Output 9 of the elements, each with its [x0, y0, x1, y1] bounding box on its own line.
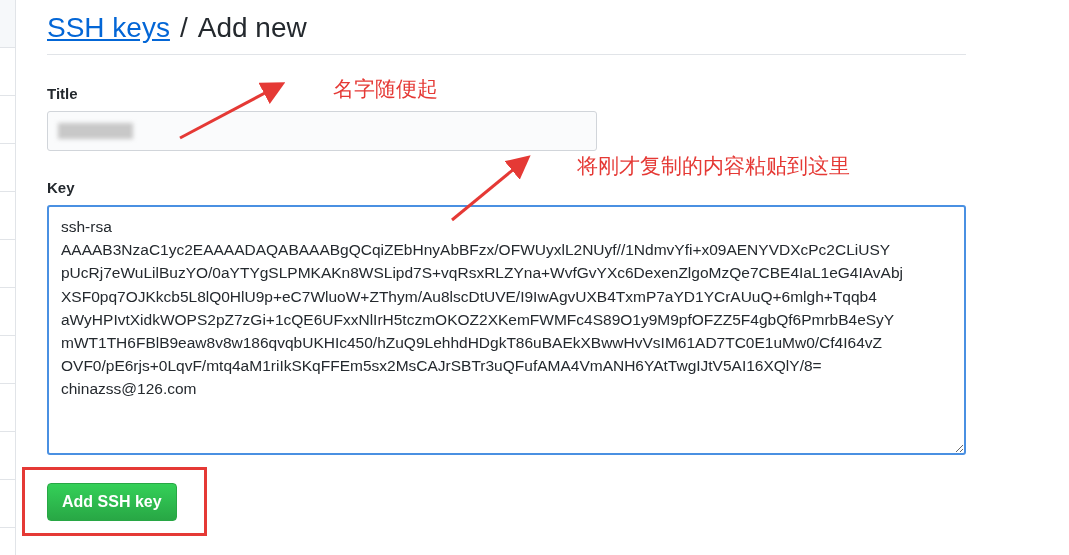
ssh-keys-link[interactable]: SSH keys	[47, 12, 170, 44]
annotation-text: 名字随便起	[333, 76, 438, 103]
key-label: Key	[47, 179, 75, 196]
key-input-field[interactable]: ssh-rsa AAAAB3NzaC1yc2EAAAADAQABAAABgQCqiZEbHnyAbBFzx/OFWUyxlL2NUyf//1NdmvYfi+x09AENYVDXcPc2CLiUSY pUcRj7eWuLilBuzYO/0aYTYgSLPMKAKn8WSLipd7S+vqRsxRLZYna+WvfGvYXc6DexenZlgoMzQe7CBE4IaL1eG4IAvAbj XSF0pq7OJKkcb5L8lQ0HlU9p+eC7WluoW+ZThym/Au8lscDtUVE/I9IwAgvUXB4TxmP7aYD1YCrAUuQ+6mlgh+Tqqb4 aWyHPIvtXidkWOPS2pZ7zGi+1cQE6UFxxNlIrH5tczmOKOZ2XKemFWMFc4S89O1y9M9pfOFZZ5F4gbQf6PmrbB4eSyY mWT1TH6FBlB9eaw8v8w186qvqbUKHIc450/hZuQ9LehhdHDgkT86uBAEkXBwwHvVsIM61AD7TC0E1uMw0/Cf4I64vZ OVF0/pE6rjs+0LqvF/mtq4aM1riIkSKqFFEm5sx2MsCAJrSBTr3uQFufAMA4VmANH6YAtTwgIJtV5AI16XQlY/8= chinazss@126.com	[47, 205, 966, 455]
annotation-text: 将刚才复制的内容粘贴到这里	[577, 153, 850, 180]
title-label: Title	[47, 85, 78, 102]
breadcrumb-separator: /	[179, 12, 188, 44]
title-input-field[interactable]	[47, 111, 597, 151]
page-title: Add new	[197, 12, 307, 44]
